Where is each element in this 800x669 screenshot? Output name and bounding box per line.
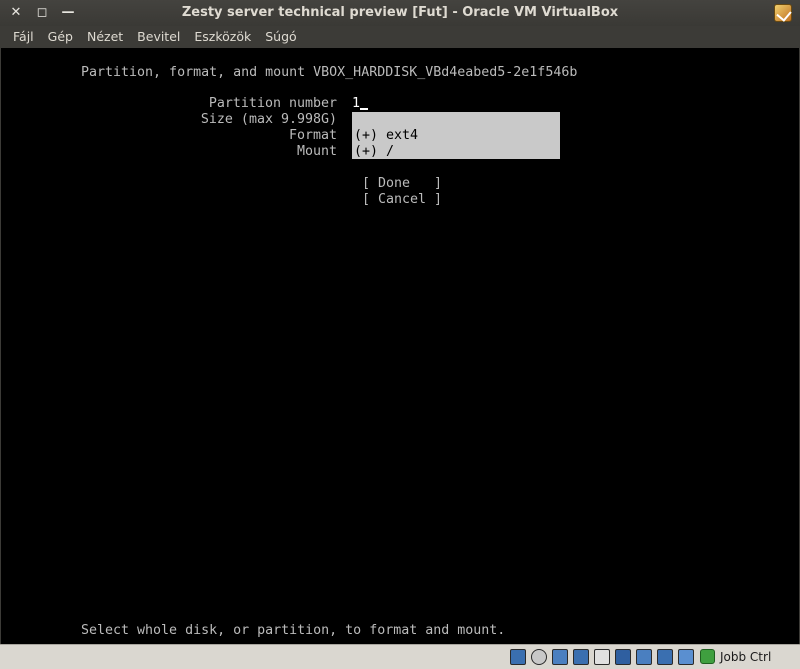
format-select[interactable]: (+) ext4 xyxy=(354,128,418,144)
virtualization-icon[interactable] xyxy=(657,649,673,665)
shared-folder-icon[interactable] xyxy=(594,649,610,665)
partition-heading: Partition, format, and mount VBOX_HARDDI… xyxy=(81,65,578,80)
window-title: Zesty server technical preview [Fut] - O… xyxy=(181,5,619,20)
mouse-integration-icon[interactable] xyxy=(678,649,694,665)
display-icon[interactable] xyxy=(615,649,631,665)
format-label: Format xyxy=(288,128,337,143)
partition-number-input[interactable]: 1 xyxy=(352,96,369,112)
menu-bar: Fájl Gép Nézet Bevitel Eszközök Súgó xyxy=(0,26,800,48)
text-cursor xyxy=(360,108,369,110)
device-icons xyxy=(510,649,699,665)
menu-machine[interactable]: Gép xyxy=(41,26,80,48)
usb-icon[interactable] xyxy=(573,649,589,665)
mount-label: Mount xyxy=(296,144,337,159)
host-key-icon xyxy=(700,649,715,664)
partition-number-label: Partition number xyxy=(208,96,337,111)
title-bar: ✕ ◻ — Zesty server technical preview [Fu… xyxy=(0,0,800,26)
help-footer: Select whole disk, or partition, to form… xyxy=(81,623,506,638)
vm-console[interactable]: Partition, format, and mount VBOX_HARDDI… xyxy=(1,48,799,644)
menu-help[interactable]: Súgó xyxy=(258,26,303,48)
host-key-label: Jobb Ctrl xyxy=(720,649,772,664)
status-bar: Jobb Ctrl xyxy=(0,644,800,669)
menu-file[interactable]: Fájl xyxy=(6,26,41,48)
video-capture-icon[interactable] xyxy=(636,649,652,665)
host-key-indicator[interactable]: Jobb Ctrl xyxy=(700,649,771,664)
menu-devices[interactable]: Eszközök xyxy=(187,26,258,48)
cancel-button[interactable]: [ Cancel ] xyxy=(362,192,442,208)
field-input-box[interactable]: (+) ext4 (+) / xyxy=(352,112,560,159)
optical-drive-icon[interactable] xyxy=(531,649,547,665)
menu-input[interactable]: Bevitel xyxy=(130,26,187,48)
hard-disk-icon[interactable] xyxy=(510,649,526,665)
menu-view[interactable]: Nézet xyxy=(80,26,130,48)
done-button[interactable]: [ Done ] xyxy=(362,176,442,192)
network-icon[interactable] xyxy=(552,649,568,665)
virtualbox-app-icon xyxy=(774,4,792,22)
mount-select[interactable]: (+) / xyxy=(354,144,394,160)
partition-number-value: 1 xyxy=(352,96,361,111)
size-label: Size (max 9.998G) xyxy=(200,112,337,127)
